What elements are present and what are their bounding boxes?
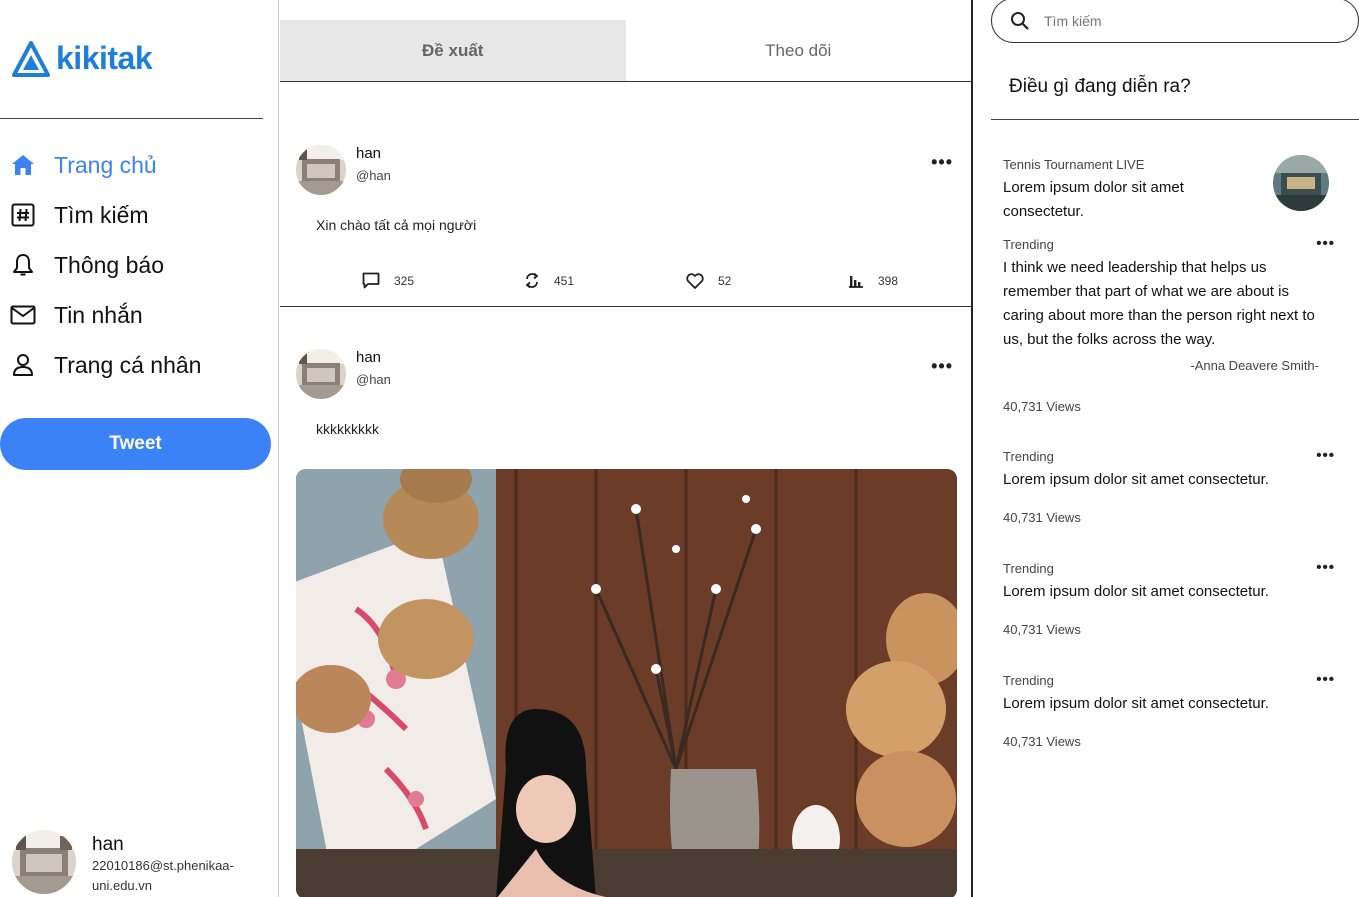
trend-thumbnail: [1273, 155, 1329, 211]
comment-icon: [362, 272, 380, 289]
more-options-icon[interactable]: •••: [1316, 447, 1335, 464]
profile-name: han: [92, 834, 124, 855]
nav-label: Trang chủ: [54, 151, 157, 178]
trend-views: 40,731 Views: [1003, 399, 1081, 414]
search-icon: [1011, 11, 1029, 30]
retweet-button[interactable]: 451: [524, 272, 686, 289]
post-author-name[interactable]: han: [356, 349, 391, 366]
post-text: kkkkkkkkk: [316, 421, 379, 437]
post-image[interactable]: [296, 469, 957, 897]
logo[interactable]: kikitak: [12, 40, 153, 77]
nav-label: Tìm kiếm: [54, 201, 149, 228]
user-icon: [10, 352, 36, 378]
like-button[interactable]: 52: [686, 272, 848, 289]
trend-title: Lorem ipsum dolor sit amet consectetur.: [1003, 179, 1184, 220]
trend-title: I think we need leadership that helps us…: [1003, 259, 1315, 348]
bell-icon: [10, 252, 36, 278]
account-switcher[interactable]: han 22010186@st.phenikaa-uni.edu.vn: [12, 830, 252, 896]
trend-item[interactable]: Trending ••• Lorem ipsum dolor sit amet …: [1003, 559, 1343, 637]
trend-title: Lorem ipsum dolor sit amet consectetur.: [1003, 695, 1269, 712]
trends-heading: Điều gì đang diễn ra?: [1009, 76, 1191, 97]
nav-item-messages[interactable]: Tin nhắn: [10, 290, 201, 340]
quote-author: -Anna Deavere Smith-: [1190, 358, 1319, 373]
divider: [0, 118, 263, 119]
trend-item[interactable]: Tennis Tournament LIVE Lorem ipsum dolor…: [1003, 155, 1343, 224]
tweet-button[interactable]: Tweet: [0, 418, 271, 470]
profile-email: 22010186@st.phenikaa-uni.edu.vn: [92, 858, 234, 893]
trend-item[interactable]: Trending ••• I think we need leadership …: [1003, 235, 1343, 414]
more-options-icon[interactable]: •••: [1316, 235, 1335, 252]
trend-category: Trending: [1003, 449, 1054, 464]
more-options-icon[interactable]: •••: [1316, 559, 1335, 576]
like-count: 52: [718, 273, 732, 288]
view-count: 398: [878, 273, 899, 288]
post-author-handle[interactable]: @han: [356, 168, 391, 183]
trend-category: Trending: [1003, 237, 1054, 252]
tab-following[interactable]: Theo dõi: [626, 20, 972, 81]
hashtag-icon: [10, 202, 36, 228]
nav-item-search[interactable]: Tìm kiếm: [10, 190, 201, 240]
trend-title: Lorem ipsum dolor sit amet consectetur.: [1003, 583, 1269, 600]
right-sidebar: Điều gì đang diễn ra? Tennis Tournament …: [975, 0, 1359, 897]
post-author-name[interactable]: han: [356, 145, 391, 162]
nav-item-home[interactable]: Trang chủ: [10, 140, 201, 190]
feed-tabs: Đề xuất Theo dõi: [280, 0, 971, 82]
trend-item[interactable]: Trending ••• Lorem ipsum dolor sit amet …: [1003, 447, 1343, 525]
trend-title: Lorem ipsum dolor sit amet consectetur.: [1003, 471, 1269, 488]
trend-views: 40,731 Views: [1003, 510, 1081, 525]
avatar: [12, 830, 76, 894]
divider: [991, 119, 1359, 120]
retweet-icon: [525, 272, 539, 289]
nav-item-notifications[interactable]: Thông báo: [10, 240, 201, 290]
post: han @han ••• kkkkkkkkk: [280, 307, 971, 897]
trend-category: Trending: [1003, 673, 1054, 688]
heart-icon: [686, 272, 704, 289]
search-bar[interactable]: [991, 0, 1359, 43]
post-text: Xin chào tất cả mọi người: [316, 217, 477, 233]
search-input[interactable]: [1044, 12, 1324, 29]
post-actions: 325 451 52 398: [362, 272, 971, 289]
trend-views: 40,731 Views: [1003, 734, 1081, 749]
views-button[interactable]: 398: [848, 272, 971, 289]
post-avatar[interactable]: [296, 145, 346, 195]
trend-category: Trending: [1003, 561, 1054, 576]
logo-icon: [12, 40, 50, 77]
more-options-icon[interactable]: •••: [931, 356, 953, 377]
mail-icon: [10, 302, 36, 328]
retweet-count: 451: [554, 273, 575, 288]
nav-item-profile[interactable]: Trang cá nhân: [10, 340, 201, 390]
post-author-handle[interactable]: @han: [356, 372, 391, 387]
nav-label: Thông báo: [54, 251, 164, 278]
tab-for-you[interactable]: Đề xuất: [280, 20, 626, 81]
nav-label: Tin nhắn: [54, 301, 143, 328]
home-icon: [10, 152, 36, 178]
more-options-icon[interactable]: •••: [1316, 671, 1335, 688]
main-nav: Trang chủ Tìm kiếm Thông báo Tin nhắn Tr…: [10, 140, 201, 390]
reply-count: 325: [394, 273, 415, 288]
post-avatar[interactable]: [296, 349, 346, 399]
reply-button[interactable]: 325: [362, 272, 524, 289]
left-sidebar: kikitak Trang chủ Tìm kiếm Thông báo Tin…: [0, 0, 279, 897]
feed: Đề xuất Theo dõi han @han ••• Xin chào t…: [280, 0, 973, 897]
more-options-icon[interactable]: •••: [931, 152, 953, 173]
logo-text: kikitak: [56, 40, 153, 76]
trend-item[interactable]: Trending ••• Lorem ipsum dolor sit amet …: [1003, 671, 1343, 749]
nav-label: Trang cá nhân: [54, 351, 202, 378]
trend-views: 40,731 Views: [1003, 622, 1081, 637]
bar-chart-icon: [849, 276, 863, 288]
